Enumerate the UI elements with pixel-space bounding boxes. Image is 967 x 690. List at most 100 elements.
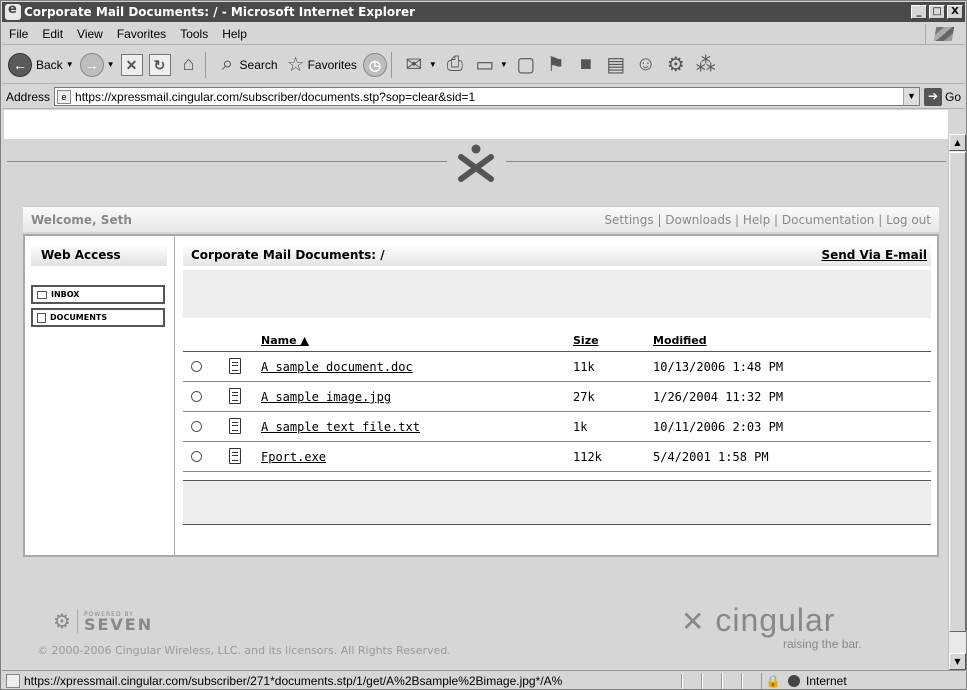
file-modified: 1/26/2004 11:32 PM bbox=[653, 390, 784, 404]
copyright-text: © 2000-2006 Cingular Wireless, LLC. and … bbox=[37, 644, 451, 657]
back-button[interactable]: ← Back ▼ bbox=[8, 52, 74, 77]
file-size: 27k bbox=[573, 390, 595, 404]
settings-link[interactable]: Settings bbox=[604, 213, 653, 227]
notes-icon[interactable]: ▤ bbox=[604, 52, 628, 77]
downloads-link[interactable]: Downloads bbox=[665, 213, 731, 227]
print-icon[interactable]: ⎙ bbox=[443, 53, 467, 76]
vertical-scrollbar[interactable]: ▲ ▼ bbox=[948, 134, 966, 670]
select-radio[interactable] bbox=[191, 451, 202, 462]
scroll-thumb[interactable] bbox=[949, 152, 966, 632]
documents-icon bbox=[37, 312, 46, 323]
forward-button[interactable]: → ▼ bbox=[79, 52, 115, 77]
mail-dropdown-icon[interactable]: ▼ bbox=[429, 60, 437, 69]
favorites-label: Favorites bbox=[307, 57, 357, 72]
back-label: Back bbox=[36, 57, 63, 72]
search-button[interactable]: ⌕ Search bbox=[216, 53, 278, 76]
welcome-text: Welcome, Seth bbox=[31, 212, 132, 227]
address-bar: Address e https://xpressmail.cingular.co… bbox=[2, 85, 965, 109]
toolbar-area bbox=[183, 270, 931, 318]
messenger-icon[interactable]: ☺ bbox=[634, 53, 658, 76]
file-name-link[interactable]: A sample image.jpg bbox=[261, 390, 391, 404]
scroll-up-button[interactable]: ▲ bbox=[949, 134, 966, 151]
select-radio[interactable] bbox=[191, 391, 202, 402]
back-dropdown-icon[interactable]: ▼ bbox=[66, 60, 74, 69]
media-icon[interactable]: ■ bbox=[574, 53, 598, 76]
sidebar-item-documents[interactable]: DOCUMENTS bbox=[31, 308, 165, 327]
settings-icon[interactable]: ⚙ bbox=[664, 52, 688, 77]
back-arrow-icon: ← bbox=[8, 52, 32, 77]
research-icon[interactable]: ⚑ bbox=[544, 52, 568, 77]
menu-edit[interactable]: Edit bbox=[35, 27, 70, 41]
document-icon bbox=[229, 418, 241, 434]
menu-view[interactable]: View bbox=[70, 27, 110, 41]
document-icon bbox=[229, 388, 241, 404]
go-button[interactable]: ➔ Go bbox=[923, 87, 961, 106]
forward-dropdown-icon[interactable]: ▼ bbox=[107, 60, 115, 69]
powered-by-seven-logo: ⚙ POWERED BY SEVEN bbox=[53, 609, 153, 633]
documentation-link[interactable]: Documentation bbox=[782, 213, 875, 227]
file-size: 11k bbox=[573, 360, 595, 374]
help-link[interactable]: Help bbox=[743, 213, 770, 227]
header-rule-left bbox=[7, 161, 447, 162]
favorites-button[interactable]: ☆ Favorites bbox=[284, 52, 357, 77]
table-row: A sample image.jpg 27k 1/26/2004 11:32 P… bbox=[183, 382, 931, 412]
logout-link[interactable]: Log out bbox=[886, 213, 931, 227]
stop-icon[interactable]: ✕ bbox=[120, 53, 143, 76]
refresh-icon[interactable]: ↻ bbox=[148, 53, 171, 76]
close-button[interactable]: X bbox=[947, 5, 963, 19]
menu-file[interactable]: File bbox=[2, 27, 35, 41]
star-icon: ☆ bbox=[286, 54, 305, 76]
ie-logo-icon bbox=[5, 2, 21, 20]
address-url[interactable]: https://xpressmail.cingular.com/subscrib… bbox=[75, 90, 903, 104]
file-modified: 10/11/2006 2:03 PM bbox=[653, 420, 784, 434]
window-title: Corporate Mail Documents: / - Microsoft … bbox=[24, 5, 416, 19]
title-bar: Corporate Mail Documents: / - Microsoft … bbox=[2, 2, 965, 22]
maximize-button[interactable]: □ bbox=[929, 5, 945, 19]
contacts-icon[interactable]: ⁂ bbox=[694, 52, 718, 77]
select-radio[interactable] bbox=[191, 421, 202, 432]
discuss-icon[interactable]: ▢ bbox=[514, 52, 538, 77]
seven-logo-icon: ⚙ bbox=[53, 609, 71, 633]
table-row: Fport.exe 112k 5/4/2001 1:58 PM bbox=[183, 442, 931, 472]
edit-icon[interactable]: ▭ bbox=[473, 52, 497, 77]
documents-table: Name ▲ Size Modified A sample document.d… bbox=[183, 326, 931, 472]
table-footer-area bbox=[183, 480, 931, 525]
name-column-header[interactable]: Name ▲ bbox=[261, 334, 309, 347]
minimize-button[interactable]: _ bbox=[911, 5, 927, 19]
send-via-email-link[interactable]: Send Via E-mail bbox=[821, 248, 927, 262]
file-modified: 10/13/2006 1:48 PM bbox=[653, 360, 784, 374]
windows-flag-icon bbox=[925, 24, 961, 44]
document-icon bbox=[229, 358, 241, 374]
modified-column-header[interactable]: Modified bbox=[653, 334, 707, 347]
cingular-wordmark: cingular bbox=[715, 602, 836, 638]
status-bar: https://xpressmail.cingular.com/subscrib… bbox=[2, 670, 965, 690]
scroll-down-button[interactable]: ▼ bbox=[949, 653, 966, 670]
menu-tools[interactable]: Tools bbox=[173, 27, 215, 41]
sidebar: Web Access INBOX DOCUMENTS bbox=[25, 236, 175, 555]
address-dropdown-icon[interactable]: ▼ bbox=[902, 88, 919, 105]
file-name-link[interactable]: A sample document.doc bbox=[261, 360, 413, 374]
size-column-header[interactable]: Size bbox=[573, 334, 599, 347]
menu-favorites[interactable]: Favorites bbox=[110, 27, 173, 41]
cingular-brand-logo: ✕ cingular raising the bar. bbox=[681, 602, 862, 651]
globe-icon bbox=[788, 674, 800, 687]
file-name-link[interactable]: Fport.exe bbox=[261, 450, 326, 464]
menu-help[interactable]: Help bbox=[215, 27, 254, 41]
cingular-tagline: raising the bar. bbox=[783, 637, 862, 651]
cingular-x-logo-icon bbox=[458, 144, 494, 182]
file-modified: 5/4/2001 1:58 PM bbox=[653, 450, 769, 464]
menu-bar: File Edit View Favorites Tools Help bbox=[2, 23, 965, 45]
address-input[interactable]: e https://xpressmail.cingular.com/subscr… bbox=[54, 87, 920, 106]
edit-dropdown-icon[interactable]: ▼ bbox=[500, 60, 508, 69]
security-zone: Internet bbox=[784, 674, 847, 688]
file-name-link[interactable]: A sample text file.txt bbox=[261, 420, 420, 434]
sidebar-title: Web Access bbox=[31, 244, 167, 266]
history-icon[interactable]: ◷ bbox=[362, 52, 387, 77]
document-icon bbox=[229, 448, 241, 464]
select-radio[interactable] bbox=[191, 361, 202, 372]
mail-icon[interactable]: ✉ bbox=[402, 52, 426, 77]
main-panel: Web Access INBOX DOCUMENTS Corporate Mai… bbox=[23, 234, 939, 557]
sidebar-item-inbox[interactable]: INBOX bbox=[31, 285, 165, 304]
home-icon[interactable]: ⌂ bbox=[177, 53, 201, 76]
page-icon: e bbox=[57, 89, 72, 104]
